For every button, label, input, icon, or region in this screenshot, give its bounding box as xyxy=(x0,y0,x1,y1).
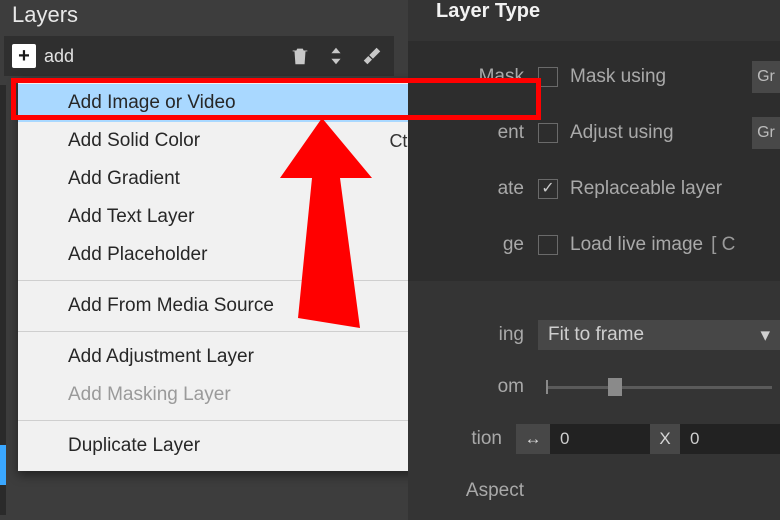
app-root: Layers + add Add Image or Video Ctrl+Shi… xyxy=(0,0,780,520)
mask-row: Mask Mask using Gr xyxy=(408,49,780,105)
menu-item-label: Add Masking Layer xyxy=(68,384,231,406)
adjustment-label: ent xyxy=(408,122,538,144)
adjustment-picker-button[interactable]: Gr xyxy=(752,117,780,149)
menu-item-label: Add Solid Color xyxy=(68,130,200,152)
zoom-slider[interactable] xyxy=(538,372,780,402)
live-image-label: ge xyxy=(408,234,538,256)
menu-item-label: Add Image or Video xyxy=(68,92,236,114)
add-layer-label: add xyxy=(44,46,74,67)
position-y-input[interactable]: 0 xyxy=(680,424,780,454)
menu-item-label: Add Adjustment Layer xyxy=(68,346,254,368)
trash-icon[interactable] xyxy=(286,42,314,70)
fit-label: ing xyxy=(408,324,538,346)
menu-item-label: Add Placeholder xyxy=(68,244,207,266)
live-image-extra: [ C xyxy=(711,234,735,256)
tools-icon[interactable] xyxy=(358,42,386,70)
template-row: ate Replaceable layer xyxy=(408,161,780,217)
live-image-checkbox[interactable] xyxy=(538,235,558,255)
add-layer-button[interactable]: + xyxy=(12,44,36,68)
aspect-label: Aspect xyxy=(408,480,538,502)
adjustment-text: Adjust using xyxy=(570,122,674,144)
live-image-row: ge Load live image [ C xyxy=(408,217,780,273)
position-label: tion xyxy=(408,428,516,450)
layers-panel: Layers + add xyxy=(4,0,394,76)
position-x-input[interactable]: 0 xyxy=(550,424,650,454)
template-label: ate xyxy=(408,178,538,200)
menu-item-label: Add From Media Source xyxy=(68,295,274,317)
menu-item-label: Duplicate Layer xyxy=(68,435,200,457)
layers-panel-title: Layers xyxy=(4,0,394,36)
fit-select-value: Fit to frame xyxy=(548,324,644,346)
adjustment-checkbox[interactable] xyxy=(538,123,558,143)
slider-knob[interactable] xyxy=(608,378,622,396)
aspect-row: Aspect xyxy=(408,465,780,517)
position-link-icon[interactable]: ↔ xyxy=(516,424,550,454)
layer-type-panel: Layer Type Mask Mask using Gr ent Adjust… xyxy=(408,0,780,520)
sort-icon[interactable] xyxy=(322,42,350,70)
mask-picker-button[interactable]: Gr xyxy=(752,61,780,93)
zoom-row: om xyxy=(408,361,780,413)
layers-list-scrollbar xyxy=(0,85,6,515)
layers-toolbar: + add xyxy=(4,36,394,76)
position-row: tion ↔ 0 X 0 xyxy=(408,413,780,465)
menu-item-label: Add Gradient xyxy=(68,168,180,190)
selected-layer-thumb xyxy=(0,445,6,485)
mask-text: Mask using xyxy=(570,66,666,88)
mask-checkbox[interactable] xyxy=(538,67,558,87)
zoom-label: om xyxy=(408,376,538,398)
fit-select[interactable]: Fit to frame ▾ xyxy=(538,320,780,350)
layer-type-header: Layer Type xyxy=(408,0,780,23)
template-text: Replaceable layer xyxy=(570,178,722,200)
live-image-text: Load live image xyxy=(570,234,703,256)
chevron-down-icon: ▾ xyxy=(760,324,770,347)
layer-type-options: Mask Mask using Gr ent Adjust using Gr a… xyxy=(408,41,780,281)
mask-label: Mask xyxy=(408,66,538,88)
position-x-label: X xyxy=(650,424,680,454)
replaceable-checkbox[interactable] xyxy=(538,179,558,199)
adjustment-row: ent Adjust using Gr xyxy=(408,105,780,161)
menu-item-label: Add Text Layer xyxy=(68,206,194,228)
fit-row: ing Fit to frame ▾ xyxy=(408,309,780,361)
